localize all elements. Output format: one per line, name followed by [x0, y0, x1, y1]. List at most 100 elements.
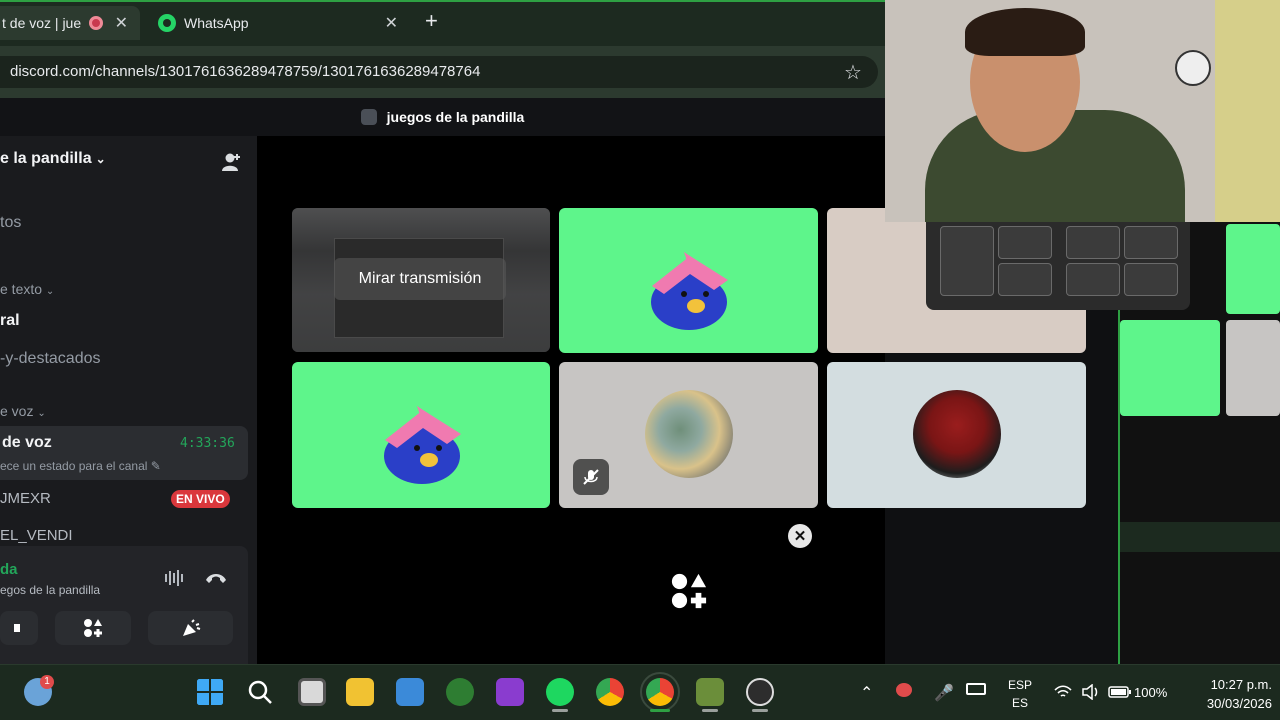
snap-zone[interactable] — [998, 226, 1052, 259]
activity-button[interactable] — [55, 611, 131, 645]
mini-taskbar — [1120, 522, 1280, 552]
voice-member[interactable]: JMEXR — [0, 490, 51, 507]
watch-stream-button[interactable]: Mirar transmisión — [334, 258, 506, 300]
bird-avatar — [384, 406, 461, 484]
bird-avatar — [651, 252, 728, 330]
tray-app-icon[interactable] — [896, 683, 912, 697]
participant-tile[interactable] — [559, 208, 818, 353]
category-label: e texto — [0, 281, 43, 297]
close-icon[interactable]: ✕ — [788, 524, 812, 548]
running-indicator — [752, 709, 768, 712]
minecraft-icon[interactable] — [696, 678, 724, 706]
server-name: e la pandilla — [0, 150, 92, 167]
server-header[interactable]: e la pandilla ⌄ — [0, 150, 257, 168]
new-tab-button[interactable]: + — [425, 8, 438, 34]
snap-zone[interactable] — [1066, 226, 1120, 259]
person-hair — [965, 8, 1085, 56]
wifi-icon[interactable] — [1053, 684, 1073, 700]
file-explorer-icon[interactable] — [346, 678, 374, 706]
window-title: juegos de la pandilla — [386, 109, 525, 125]
url-input[interactable]: discord.com/channels/1301761636289478759… — [0, 56, 878, 88]
activity-icon — [671, 573, 707, 609]
running-indicator — [702, 709, 718, 712]
volume-icon[interactable] — [1081, 684, 1101, 700]
voice-member[interactable]: EL_VENDI — [0, 527, 73, 544]
voice-timer: 4:33:36 — [180, 436, 235, 451]
close-icon[interactable]: ✕ — [385, 13, 398, 33]
camera-icon — [14, 624, 20, 632]
close-icon[interactable]: ✕ — [115, 13, 128, 33]
soccer-ball — [1175, 50, 1211, 86]
tab-discord-voice[interactable]: t de voz | jue ✕ — [0, 6, 140, 40]
app-icon[interactable] — [496, 678, 524, 706]
channel-events[interactable]: tos — [0, 214, 21, 232]
star-icon[interactable]: ☆ — [844, 60, 862, 85]
participant-tile[interactable] — [292, 362, 550, 508]
spotify-icon[interactable] — [546, 678, 574, 706]
category-voice[interactable]: e voz ⌄ — [0, 403, 46, 419]
voice-connected-channel[interactable]: egos de la pandilla — [0, 583, 100, 597]
status-hint-text: ece un estado para el canal — [0, 459, 148, 473]
user-avatar — [645, 390, 733, 478]
snap-zone[interactable] — [1066, 263, 1120, 296]
chevron-up-icon[interactable]: ⌃ — [860, 683, 873, 703]
chevron-down-icon: ⌄ — [45, 286, 55, 297]
snap-zone[interactable] — [998, 263, 1052, 296]
voice-status-hint[interactable]: ece un estado para el canal ✎ — [0, 459, 161, 473]
store-icon[interactable] — [396, 678, 424, 706]
battery-percent: 100% — [1134, 685, 1168, 700]
input-language[interactable]: ESP ES — [1008, 676, 1032, 712]
clock-date: 30/03/2026 — [1206, 696, 1272, 711]
add-friend-icon[interactable] — [220, 152, 242, 172]
chrome-icon[interactable] — [596, 678, 624, 706]
keyboard-icon[interactable] — [966, 683, 986, 695]
channel-highlights[interactable]: -y-destacados — [0, 350, 101, 368]
battery-icon[interactable] — [1108, 685, 1132, 699]
keyboard-layout: ES — [1011, 696, 1028, 710]
snap-layouts — [926, 222, 1190, 310]
soundboard-button[interactable] — [148, 611, 233, 645]
participant-tile[interactable] — [827, 362, 1086, 508]
tab-label: t de voz | jue — [2, 15, 82, 31]
tab-label: WhatsApp — [184, 15, 249, 31]
window-title-bar: juegos de la pandilla — [0, 98, 885, 136]
soundboard-icon — [182, 619, 200, 636]
participant-tile — [1226, 320, 1280, 416]
tab-whatsapp[interactable]: WhatsApp ✕ — [148, 6, 410, 40]
notification-badge: 1 — [40, 675, 54, 689]
record-icon — [89, 16, 104, 30]
snap-zone[interactable] — [1124, 263, 1178, 296]
activity-tile[interactable] — [559, 517, 818, 664]
xbox-icon[interactable] — [446, 678, 474, 706]
chrome-icon[interactable] — [640, 672, 680, 712]
channel-general[interactable]: ral — [0, 312, 20, 330]
curtain — [1215, 0, 1280, 222]
camera-button[interactable] — [0, 611, 38, 645]
language-code: ESP — [1008, 678, 1033, 692]
mic-muted-icon — [573, 459, 609, 495]
user-avatar — [913, 390, 1001, 478]
chevron-down-icon: ⌄ — [95, 152, 106, 166]
participant-tile — [1120, 320, 1220, 416]
chevron-down-icon: ⌄ — [37, 408, 46, 419]
voice-connected-status: da — [0, 561, 18, 578]
soundwave-icon[interactable] — [163, 568, 185, 588]
windows-start-icon[interactable] — [196, 678, 224, 706]
hangup-icon[interactable] — [204, 570, 228, 586]
microphone-icon[interactable]: 🎤 — [934, 683, 954, 703]
snap-zone[interactable] — [1124, 226, 1178, 259]
snap-zone[interactable] — [940, 226, 994, 296]
live-badge: EN VIVO — [171, 490, 230, 508]
search-icon[interactable] — [246, 678, 274, 706]
category-label: e voz — [0, 403, 34, 419]
system-clock[interactable]: 10:27 p.m. 30/03/2026 — [1186, 675, 1272, 713]
category-text[interactable]: e texto ⌄ — [0, 281, 54, 297]
activity-icon — [84, 619, 102, 637]
voice-channel-name: de voz — [2, 434, 52, 451]
webcam-overlay — [885, 0, 1280, 222]
clock-time: 10:27 p.m. — [1210, 677, 1272, 692]
obs-icon[interactable] — [746, 678, 774, 706]
task-view-icon[interactable] — [298, 678, 326, 706]
voice-connected-panel — [0, 546, 248, 664]
running-indicator — [650, 709, 670, 712]
